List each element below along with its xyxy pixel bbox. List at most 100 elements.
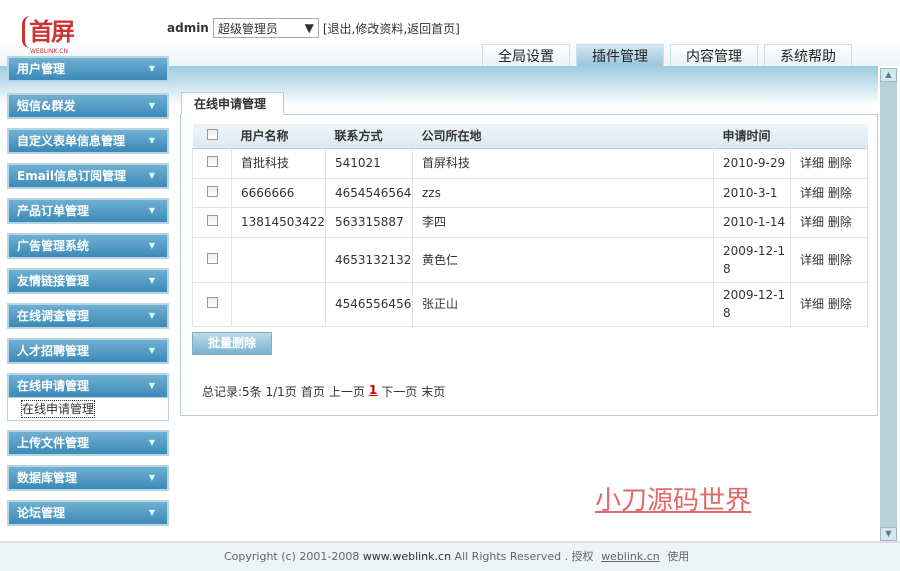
detail-link[interactable]: 详细	[800, 297, 824, 311]
bulk-delete-button[interactable]: 批量删除	[192, 332, 272, 355]
row-checkbox[interactable]	[206, 252, 218, 264]
row-checkbox[interactable]	[206, 156, 218, 167]
detail-link[interactable]: 详细	[800, 215, 824, 229]
pager-first[interactable]: 首页	[301, 383, 325, 400]
sidebar-item[interactable]: 人才招聘管理 ▼	[7, 338, 169, 364]
select-all-checkbox[interactable]	[206, 128, 218, 140]
chevron-down-icon: ▼	[148, 241, 155, 250]
sidebar-item-label: 上传文件管理	[17, 436, 90, 450]
cell-contact: 4546556456	[324, 281, 413, 327]
sidebar-item-label: 自定义表单信息管理	[17, 134, 126, 148]
sidebar-item[interactable]: 在线调查管理 ▼	[7, 303, 169, 329]
table-row: 首批科技 541021 首屏科技 2010-9-29 详细 删除	[192, 147, 868, 179]
sidebar-item-label: 数据库管理	[17, 471, 78, 485]
content-panel: 用户名称 联系方式 公司所在地 申请时间 首批科技 541021 首屏科技 2010-…	[180, 114, 878, 416]
delete-link[interactable]: 删除	[828, 186, 852, 200]
col-address: 公司所在地	[412, 124, 714, 149]
cell-address: 张正山	[411, 281, 715, 327]
sidebar-item[interactable]: 数据库管理 ▼	[7, 465, 169, 491]
cell-username	[231, 236, 326, 283]
sidebar-item[interactable]: 上传文件管理 ▼	[7, 430, 169, 456]
detail-link[interactable]: 详细	[800, 186, 824, 200]
sidebar-item[interactable]: 广告管理系统 ▼	[7, 233, 169, 259]
table-row: 6666666 4654546564 zzs 2010-3-1 详细 删除	[192, 177, 868, 208]
watermark: 小刀源码世界	[595, 486, 752, 516]
sidebar-item-label: 在线申请管理	[17, 379, 90, 393]
pager-last[interactable]: 末页	[421, 383, 445, 400]
role-select[interactable]: 超级管理员 ▼	[212, 18, 319, 38]
cell-actions: 详细 删除	[790, 206, 868, 238]
pager-prev[interactable]: 上一页	[329, 383, 365, 400]
cell-address: zzs	[411, 177, 715, 208]
cell-address: 黄色仁	[411, 236, 715, 283]
site-url: www.weblink.cn	[362, 550, 452, 563]
sidebar-item[interactable]: Email信息订阅管理 ▼	[7, 163, 169, 189]
cell-date: 2009-12-18	[713, 236, 791, 283]
cell-contact: 4654546564	[324, 177, 413, 208]
chevron-down-icon: ▼	[148, 311, 155, 320]
sidebar-item-label: Email信息订阅管理	[17, 169, 127, 183]
chevron-down-icon: ▼	[148, 171, 155, 180]
scroll-up-icon[interactable]: ▲	[880, 68, 897, 82]
cell-username: 首批科技	[231, 147, 326, 179]
cell-contact: 563315887	[324, 206, 413, 238]
chevron-down-icon: ▼	[148, 136, 155, 145]
sidebar-item[interactable]: 自定义表单信息管理 ▼	[7, 128, 169, 154]
sidebar-item[interactable]: 产品订单管理 ▼	[7, 198, 169, 224]
use-text: 使用	[667, 550, 690, 563]
sidebar-item-label: 人才招聘管理	[17, 344, 90, 358]
cell-date: 2010-1-14	[713, 206, 791, 238]
delete-link[interactable]: 删除	[828, 253, 852, 267]
chevron-down-icon: ▼	[148, 381, 155, 390]
cell-address: 首屏科技	[411, 147, 715, 179]
table-row: 13814503422 563315887 李四 2010-1-14 详细 删除	[192, 206, 868, 238]
copyright: Copyright (c) 2001-2008	[224, 550, 360, 563]
sidebar-item[interactable]: 在线申请管理 ▼	[7, 373, 169, 399]
row-checkbox[interactable]	[206, 297, 218, 308]
sidebar-item-label: 用户管理	[17, 62, 66, 76]
delete-link[interactable]: 删除	[828, 156, 852, 170]
sidebar-item-label: 在线调查管理	[17, 309, 90, 323]
content-tab[interactable]: 在线申请管理	[181, 92, 284, 115]
chevron-down-icon: ▼	[148, 276, 155, 285]
role-value: 超级管理员	[217, 21, 278, 36]
scrollbar[interactable]: ▲ ▼	[880, 68, 897, 541]
col-username: 用户名称	[231, 124, 326, 149]
detail-link[interactable]: 详细	[800, 156, 824, 170]
user-bar: admin 超级管理员 ▼ [退出,修改资料,返回首页]	[167, 18, 460, 38]
detail-link[interactable]: 详细	[800, 253, 824, 267]
chevron-down-icon: ▼	[148, 508, 155, 517]
row-checkbox[interactable]	[206, 215, 218, 226]
delete-link[interactable]: 删除	[828, 215, 852, 229]
sidebar-subitem-label: 在线申请管理	[21, 400, 96, 418]
table-header: 用户名称 联系方式 公司所在地 申请时间	[192, 124, 868, 149]
col-date: 申请时间	[713, 124, 791, 149]
pager-current[interactable]: 1	[369, 383, 377, 400]
logo: 首屏 WEBLINK.CN	[22, 16, 82, 58]
chevron-down-icon: ▼	[148, 64, 155, 73]
sidebar-item[interactable]: 论坛管理 ▼	[7, 500, 169, 526]
sidebar-subitem[interactable]: 在线申请管理	[7, 398, 169, 421]
chevron-down-icon: ▼	[148, 346, 155, 355]
sidebar-item[interactable]: 用户管理 ▼	[7, 56, 169, 82]
sidebar-item[interactable]: 短信&群发 ▼	[7, 93, 169, 119]
scroll-down-icon[interactable]: ▼	[880, 527, 897, 541]
table-row: 4546556456 张正山 2009-12-18 详细 删除	[192, 281, 868, 327]
sidebar-item-label: 友情链接管理	[17, 274, 90, 288]
sidebar-item[interactable]: 友情链接管理 ▼	[7, 268, 169, 294]
cell-contact: 4653132132	[324, 236, 413, 283]
license-link[interactable]: weblink.cn	[601, 550, 660, 563]
delete-link[interactable]: 删除	[828, 297, 852, 311]
cell-username	[231, 281, 326, 327]
pager-next[interactable]: 下一页	[381, 383, 417, 400]
cell-contact: 541021	[324, 147, 413, 179]
sidebar-item-label: 广告管理系统	[17, 239, 90, 253]
cell-actions: 详细 删除	[790, 177, 868, 208]
row-checkbox[interactable]	[206, 185, 218, 197]
user-links[interactable]: [退出,修改资料,返回首页]	[323, 20, 460, 37]
rights-text: All Rights Reserved . 授权	[454, 550, 594, 563]
pager-summary: 总记录:5条 1/1页	[202, 385, 297, 399]
chevron-down-icon: ▼	[148, 206, 155, 215]
cell-actions: 详细 删除	[790, 281, 868, 327]
col-actions	[790, 124, 868, 149]
